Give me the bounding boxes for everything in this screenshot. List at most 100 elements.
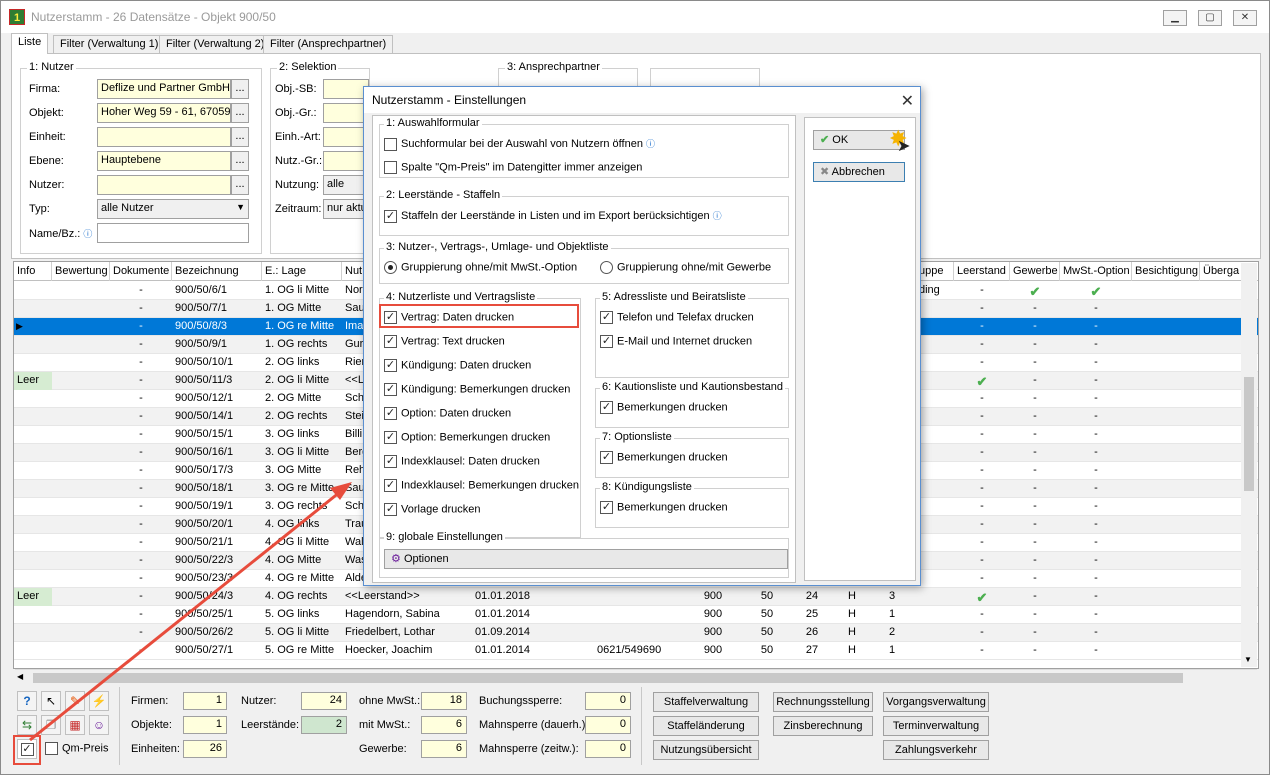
name-field[interactable] [97, 223, 249, 243]
table-cell: - [1094, 482, 1098, 494]
option-kuendigung-bemerkungen[interactable]: ✓ Kündigung: Bemerkungen drucken [384, 383, 570, 396]
staffelverwaltung-button[interactable]: Staffelverwaltung [653, 692, 759, 712]
pointer-icon[interactable]: ↖ [41, 691, 61, 711]
refresh-icon[interactable]: ⇆ [17, 715, 37, 735]
check-icon: ✔ [976, 374, 988, 389]
table-cell: - [139, 320, 143, 332]
option-staffeln-leerstaende[interactable]: ✓ Staffeln der Leerstände in Listen und i… [384, 209, 722, 223]
table-cell: 900/50/27/1 [175, 644, 234, 656]
check-icon: ✔ [820, 134, 830, 146]
grid-icon[interactable]: ▦ [65, 715, 85, 735]
nutzer-lookup-button[interactable]: ... [231, 175, 249, 195]
column-header[interactable]: Besichtigung [1132, 262, 1200, 281]
copy-icon[interactable]: ❐ [41, 715, 61, 735]
vertical-scrollbar[interactable]: ▼ [1241, 263, 1257, 667]
table-cell: 900/50/21/1 [175, 536, 234, 548]
lightning-icon[interactable]: ⚡ [89, 691, 109, 711]
terminverwaltung-button[interactable]: Terminverwaltung [883, 716, 989, 736]
column-header[interactable]: E.: Lage [262, 262, 342, 281]
column-header[interactable]: Leerstand [954, 262, 1010, 281]
option-optionsliste-bemerkungen[interactable]: ✓ Bemerkungen drucken [600, 451, 728, 464]
dialog-close-icon[interactable]: ✕ [901, 91, 914, 111]
rechnungsstellung-button[interactable]: Rechnungsstellung [773, 692, 873, 712]
edit-icon[interactable]: ✎ [65, 691, 85, 711]
nutzer-group-title: 1: Nutzer [27, 61, 76, 73]
option-kuendigung-daten[interactable]: ✓ Kündigung: Daten drucken [384, 359, 531, 372]
scroll-left-icon[interactable]: ◀ [17, 672, 23, 681]
column-header[interactable]: MwSt.-Option [1060, 262, 1132, 281]
zeitraum-label: Zeitraum: [275, 203, 322, 215]
optionen-button[interactable]: ⚙ Optionen [384, 549, 788, 569]
cancel-button[interactable]: ✖ Abbrechen [813, 162, 905, 182]
nutzungsuebersicht-button[interactable]: Nutzungsübersicht [653, 740, 759, 760]
einheit-lookup-button[interactable]: ... [231, 127, 249, 147]
nutzer-field[interactable] [97, 175, 231, 195]
option-option-daten[interactable]: ✓ Option: Daten drucken [384, 407, 511, 420]
qm-preis-checkbox[interactable] [45, 742, 58, 755]
radio-gruppierung-gewerbe[interactable]: Gruppierung ohne/mit Gewerbe [600, 261, 771, 274]
table-cell: - [139, 410, 143, 422]
option-kuendigungsliste-bemerkungen[interactable]: ✓ Bemerkungen drucken [600, 501, 728, 514]
table-cell [14, 390, 52, 408]
tab-liste[interactable]: Liste [11, 33, 49, 54]
table-cell: 900/50/6/1 [175, 284, 227, 296]
option-email[interactable]: ✓ E-Mail und Internet drucken [600, 335, 752, 348]
close-button[interactable]: ✕ [1233, 10, 1257, 26]
buchungssperre-value: 0 [585, 692, 631, 710]
horizontal-scrollbar[interactable]: ◀ [15, 669, 1257, 685]
typ-select[interactable]: alle Nutzer ▼ [97, 199, 249, 219]
table-cell: - [1033, 518, 1037, 530]
zahlungsverkehr-button[interactable]: Zahlungsverkehr [883, 740, 989, 760]
table-row[interactable]: - 900/50/26/2 5. OG li Mitte Friedelbert, L… [14, 624, 1258, 642]
option-qm-preis-spalte[interactable]: Spalte "Qm-Preis" im Datengitter immer a… [384, 161, 642, 174]
option-vertrag-text[interactable]: ✓ Vertrag: Text drucken [384, 335, 505, 348]
option-option-bemerkungen[interactable]: ✓ Option: Bemerkungen drucken [384, 431, 550, 444]
minimize-button[interactable]: ▁ [1163, 10, 1187, 26]
help-icon[interactable]: ? [17, 691, 37, 711]
tab-filter-verwaltung-1[interactable]: Filter (Verwaltung 1) [53, 35, 166, 53]
firma-field[interactable]: Deflize und Partner GmbH [97, 79, 231, 99]
scroll-thumb[interactable] [1244, 377, 1254, 491]
table-row[interactable]: - 900/50/27/1 5. OG re Mitte Hoecker, Joach… [14, 642, 1258, 660]
settings-dialog: Nutzerstamm - Einstellungen ✕ 1: Auswahl… [363, 86, 921, 586]
maximize-button[interactable]: ▢ [1198, 10, 1222, 26]
column-header[interactable]: uppe [916, 262, 954, 281]
scroll-down-icon[interactable]: ▼ [1244, 655, 1252, 664]
table-row[interactable]: Leer - 900/50/24/3 4. OG rechts <<Leerstand>… [14, 588, 1258, 606]
table-cell [14, 408, 52, 426]
tab-filter-verwaltung-2[interactable]: Filter (Verwaltung 2) [159, 35, 272, 53]
table-cell: - [139, 338, 143, 350]
nutz-gr-label: Nutz.-Gr.: [275, 155, 323, 167]
qm-preis-option[interactable]: Qm-Preis [45, 742, 108, 755]
firma-lookup-button[interactable]: ... [231, 79, 249, 99]
table-cell: 1. OG Mitte [265, 302, 322, 314]
table-row[interactable]: - 900/50/25/1 5. OG links Hagendorn, Sabina… [14, 606, 1258, 624]
objekt-field[interactable]: Hoher Weg 59 - 61, 67059 [97, 103, 231, 123]
tab-filter-ansprechpartner[interactable]: Filter (Ansprechpartner) [263, 35, 394, 53]
ebene-lookup-button[interactable]: ... [231, 151, 249, 171]
table-cell: 01.01.2014 [475, 644, 531, 656]
radio-gruppierung-mwst[interactable]: Gruppierung ohne/mit MwSt.-Option [384, 261, 577, 274]
option-indexklausel-bemerkungen[interactable]: ✓ Indexklausel: Bemerkungen drucken [384, 479, 579, 492]
option-telefon[interactable]: ✓ Telefon und Telefax drucken [600, 311, 754, 324]
option-indexklausel-daten[interactable]: ✓ Indexklausel: Daten drucken [384, 455, 540, 468]
column-header[interactable]: Bewertung [52, 262, 110, 281]
column-header[interactable]: Info [14, 262, 52, 281]
hscroll-thumb[interactable] [33, 673, 1183, 683]
table-cell [14, 516, 52, 534]
option-kaution-bemerkungen[interactable]: ✓ Bemerkungen drucken [600, 401, 728, 414]
staffelaenderung-button[interactable]: Staffeländerung [653, 716, 759, 736]
column-header[interactable]: Dokumente [110, 262, 172, 281]
ebene-field[interactable]: Hauptebene [97, 151, 231, 171]
einheit-field[interactable] [97, 127, 231, 147]
vorgangsverwaltung-button[interactable]: Vorgangsverwaltung [883, 692, 989, 712]
auswahlformular-group: 1: Auswahlformular Suchformular bei der … [379, 117, 789, 178]
objekt-lookup-button[interactable]: ... [231, 103, 249, 123]
option-vorlage[interactable]: ✓ Vorlage drucken [384, 503, 481, 516]
bottom-panel: ? ↖ ✎ ⚡ ⇆ ❐ ▦ ☺ ✓ Qm-Preis Firmen: 1 Obj… [11, 687, 1261, 767]
column-header[interactable]: Bezeichnung [172, 262, 262, 281]
column-header[interactable]: Gewerbe [1010, 262, 1060, 281]
zinsberechnung-button[interactable]: Zinsberechnung [773, 716, 873, 736]
option-suchformular[interactable]: Suchformular bei der Auswahl von Nutzern… [384, 137, 655, 151]
users-icon[interactable]: ☺ [89, 715, 109, 735]
